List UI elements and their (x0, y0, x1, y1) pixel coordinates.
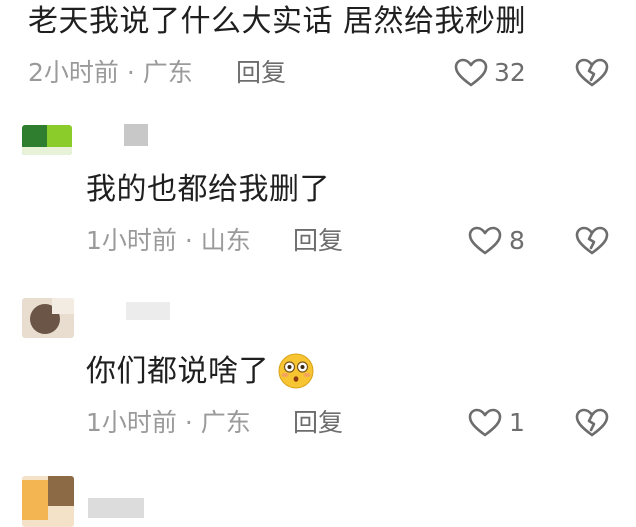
comment-location: 山东 (200, 226, 251, 255)
heart-outline-icon[interactable] (468, 408, 502, 438)
broken-heart-icon[interactable] (575, 226, 609, 256)
comment-location: 广东 (142, 58, 193, 87)
avatar[interactable] (22, 125, 72, 155)
reply-button[interactable]: 回复 (236, 56, 286, 90)
heart-outline-icon[interactable] (468, 226, 502, 256)
comment-meta: 2小时前 · 广东 (28, 56, 193, 90)
reply-button[interactable]: 回复 (293, 224, 343, 258)
separator: · (184, 408, 193, 437)
avatar[interactable] (22, 476, 74, 527)
comment-time: 1小时前 (86, 226, 177, 255)
comment-location: 广东 (200, 408, 251, 437)
username-blurred[interactable] (88, 498, 144, 518)
avatar[interactable] (22, 298, 74, 338)
heart-outline-icon[interactable] (454, 58, 488, 88)
flushed-face-emoji (277, 352, 315, 390)
username-blurred[interactable] (124, 124, 148, 146)
like-count: 1 (509, 408, 525, 437)
comment-text: 你们都说啥了 (86, 354, 269, 389)
comment-meta: 1小时前 · 山东 (86, 224, 251, 258)
comment-time: 2小时前 (28, 58, 119, 87)
like-count: 32 (494, 58, 526, 87)
comment-time: 1小时前 (86, 408, 177, 437)
comment-text: 我的也都给我删了 (86, 172, 330, 207)
reply-button[interactable]: 回复 (293, 406, 343, 440)
comment-meta: 1小时前 · 广东 (86, 406, 251, 440)
separator: · (126, 58, 135, 87)
comment-text: 老天我说了什么大实话 居然给我秒删 (28, 4, 527, 39)
broken-heart-icon[interactable] (575, 58, 609, 88)
separator: · (184, 226, 193, 255)
like-count: 8 (509, 226, 525, 255)
broken-heart-icon[interactable] (575, 408, 609, 438)
username-blurred[interactable] (126, 302, 170, 320)
